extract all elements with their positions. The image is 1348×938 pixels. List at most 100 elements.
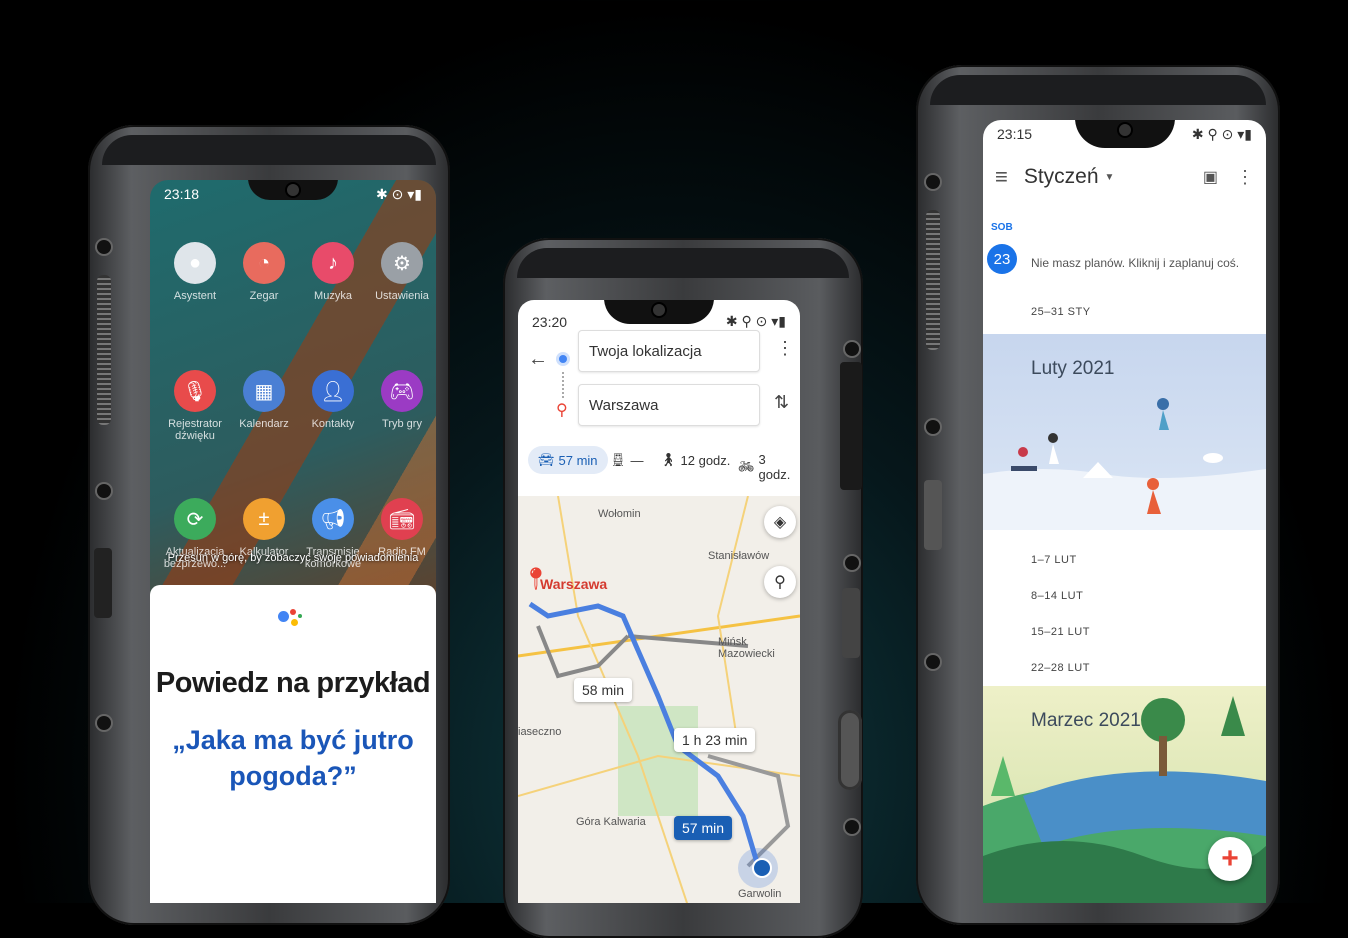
car-icon: 🚘︎ <box>538 452 555 467</box>
week-feb-3[interactable]: 15–21 LUT <box>1031 626 1090 638</box>
side-button[interactable] <box>924 480 942 550</box>
app-label: Ustawienia <box>375 290 429 302</box>
place-minsk: Mińsk Mazowiecki <box>718 636 775 660</box>
no-plans-message[interactable]: Nie masz planów. Kliknij i zaplanuj coś. <box>1031 256 1239 270</box>
mode-car[interactable]: 🚘︎ 57 min <box>528 446 608 474</box>
assistant-logo-icon <box>278 609 308 629</box>
status-time: 23:15 <box>997 126 1033 142</box>
side-button[interactable] <box>94 548 112 618</box>
app-contact[interactable]: 👤︎ Kontakty <box>298 370 368 430</box>
swap-icon[interactable]: ⇅ <box>774 392 789 413</box>
app-label: Rejestrator dźwięku <box>168 418 222 442</box>
chevron-down-icon[interactable]: ▼ <box>1105 172 1115 183</box>
assistant-sheet: Powiedz na przykład „Jaka ma być jutro p… <box>150 585 436 903</box>
place-stanislawow: Stanisławów <box>708 550 770 562</box>
mode-transit[interactable]: 🚆︎ — <box>610 452 644 468</box>
screw-icon <box>97 484 111 498</box>
megaphone-icon: 📢︎ <box>312 498 354 540</box>
map-view[interactable]: Wołomin Stanisławów Mińsk Mazowiecki ias… <box>518 496 800 903</box>
update-icon: ⟳ <box>174 498 216 540</box>
swipe-hint: Przesuń w górę, by zobaczyć swoje powiad… <box>167 552 419 564</box>
mode-walk-label: 12 godz. <box>680 452 731 468</box>
place-piaseczno: iaseczno <box>518 726 562 738</box>
app-label: Tryb gry <box>382 418 422 430</box>
add-event-button[interactable]: + <box>1208 837 1252 881</box>
back-arrow-icon[interactable]: ← <box>528 348 548 371</box>
mic-icon: 🎙︎ <box>174 370 216 412</box>
screw-icon <box>97 240 111 254</box>
route-connector <box>562 372 566 398</box>
gamepad-icon: 🎮︎ <box>381 370 423 412</box>
contact-icon: 👤︎ <box>312 370 354 412</box>
side-grip <box>926 210 940 350</box>
search-icon[interactable]: ⚲ <box>764 566 796 598</box>
app-clock[interactable]: ◔ Zegar <box>229 242 299 302</box>
status-time: 23:20 <box>532 314 568 330</box>
gear-icon: ⚙ <box>381 242 423 284</box>
layers-icon[interactable]: ◈ <box>764 506 796 538</box>
app-calculator[interactable]: ± Kalkulator <box>229 498 299 558</box>
fingerprint-sensor[interactable] <box>838 710 862 790</box>
route-main[interactable]: 57 min <box>674 816 733 840</box>
screw-icon <box>845 342 859 356</box>
screen-calendar: 23:15 ✱ ⚲ ⊙ ▾▮ ≡ Styczeń ▼ ▣ ⋮ SOB 23 Ni… <box>983 120 1266 903</box>
calculator-icon: ± <box>243 498 285 540</box>
power-button[interactable] <box>842 588 860 658</box>
car-location-icon <box>752 858 772 878</box>
walk-icon: 🚶︎ <box>660 452 677 467</box>
today-calendar-icon[interactable]: ▣ <box>1203 167 1218 187</box>
screw-icon <box>926 655 940 669</box>
mode-bike[interactable]: 🚲︎ 3 godz. <box>738 452 800 482</box>
week-feb-2[interactable]: 8–14 LUT <box>1031 590 1083 602</box>
mode-bike-label: 3 godz. <box>758 452 791 482</box>
app-gear[interactable]: ⚙ Ustawienia <box>367 242 436 302</box>
map-label-warszawa: Warszawa <box>540 576 608 592</box>
status-icons: ✱ ⊙ ▾▮ <box>376 185 422 202</box>
app-assistant[interactable]: ● Asystent <box>160 242 230 302</box>
calendar-toolbar: ≡ Styczeń ▼ ▣ ⋮ <box>983 148 1266 206</box>
menu-icon[interactable]: ≡ <box>995 164 1008 190</box>
side-key[interactable] <box>840 362 862 490</box>
mode-walk[interactable]: 🚶︎ 12 godz. <box>660 452 730 468</box>
assistant-example: „Jaka ma być jutro pogoda?” <box>172 725 414 792</box>
music-icon: ♪ <box>312 242 354 284</box>
train-icon: 🚆︎ <box>610 452 627 467</box>
origin-dot-icon <box>559 355 567 363</box>
route-alt-83[interactable]: 1 h 23 min <box>674 728 756 752</box>
feb-banner: Luty 2021 <box>983 334 1266 530</box>
status-icons: ✱ ⚲ ⊙ ▾▮ <box>725 313 786 329</box>
destination-input[interactable]: Warszawa <box>578 384 760 426</box>
place-garwolin: Garwolin <box>738 888 782 900</box>
route-alt-58[interactable]: 58 min <box>574 678 633 702</box>
today-dow: SOB <box>991 222 1013 233</box>
app-music[interactable]: ♪ Muzyka <box>298 242 368 302</box>
screw-icon <box>845 556 859 570</box>
more-icon[interactable]: ⋮ <box>1236 167 1254 188</box>
mode-transit-label: — <box>630 452 644 468</box>
more-icon[interactable]: ⋮ <box>776 338 794 359</box>
app-mic[interactable]: 🎙︎ Rejestrator dźwięku <box>160 370 230 442</box>
side-grip <box>97 275 111 425</box>
assistant-icon: ● <box>174 242 216 284</box>
today-day-badge[interactable]: 23 <box>987 244 1017 274</box>
place-gora-kalwaria: Góra Kalwaria <box>576 816 646 828</box>
status-icons: ✱ ⚲ ⊙ ▾▮ <box>1191 125 1252 142</box>
origin-input[interactable]: Twoja lokalizacja <box>578 330 760 372</box>
app-radio[interactable]: 📻︎ Radio FM <box>367 498 436 558</box>
screw-icon <box>845 820 859 834</box>
screw-icon <box>97 716 111 730</box>
assistant-heading: Powiedz na przykład <box>155 667 431 699</box>
screw-icon <box>926 175 940 189</box>
status-time: 23:18 <box>164 186 200 202</box>
week-feb-1[interactable]: 1–7 LUT <box>1031 554 1077 566</box>
app-calendar[interactable]: ▦ Kalendarz <box>229 370 299 430</box>
week-feb-4[interactable]: 22–28 LUT <box>1031 662 1090 674</box>
bike-icon: 🚲︎ <box>738 459 755 474</box>
app-label: Zegar <box>249 290 279 302</box>
place-wolomin: Wołomin <box>598 508 641 520</box>
app-gamepad[interactable]: 🎮︎ Tryb gry <box>367 370 436 430</box>
destination-pin-icon: ⚲ <box>556 402 568 419</box>
week-jan[interactable]: 25–31 STY <box>1031 306 1091 318</box>
screen-maps: 23:20 ✱ ⚲ ⊙ ▾▮ ← ⚲ Twoja lokalizacja War… <box>518 300 800 903</box>
month-title[interactable]: Styczeń <box>1024 165 1099 189</box>
